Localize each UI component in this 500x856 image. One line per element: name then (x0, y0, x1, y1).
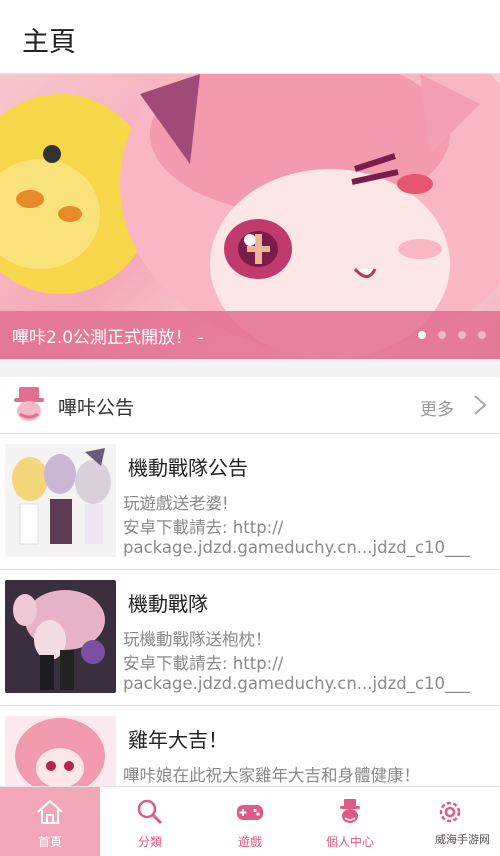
bottom-tab-bar: 首頁 分類 遊戲 個人中心 設定 (0, 786, 500, 856)
tab-home[interactable]: 首頁 (0, 787, 100, 856)
item-line: 安卓下載請去: http:// (123, 518, 284, 537)
item-title: 雞年大吉！ (128, 728, 228, 752)
gamepad-icon (237, 805, 263, 820)
section-title: 嗶咔公告 (58, 397, 135, 419)
page-title: 主頁 (22, 27, 76, 58)
announcement-item[interactable]: 機動戰隊公告 玩遊戲送老婆! 安卓下載請去: http:// package.j… (0, 434, 500, 570)
more-link[interactable]: 更多 (420, 395, 454, 420)
search-icon (137, 799, 163, 825)
item-title: 機動戰隊 (128, 592, 208, 616)
announcement-thumbnail (5, 580, 116, 693)
app-header: 主頁 (0, 0, 500, 74)
tab-category[interactable]: 分類 (100, 787, 200, 856)
banner-carousel[interactable]: 嗶咔2.0公測正式開放！ - (0, 74, 500, 359)
item-line: 玩機動戰隊送枹枕！ (123, 630, 272, 649)
carousel-dot[interactable] (478, 331, 486, 339)
tab-label: 個人中心 (325, 835, 374, 849)
carousel-dot[interactable] (458, 331, 466, 339)
item-line: 嗶咔娘在此祝大家雞年大吉和身體健康！ (123, 766, 420, 785)
banner-caption-bar: 嗶咔2.0公測正式開放！ - (0, 311, 500, 359)
tab-label: 分類 (137, 835, 162, 849)
chevron-right-icon[interactable] (472, 393, 488, 417)
announcement-header: 嗶咔公告 更多 (0, 377, 500, 434)
home-icon (37, 799, 63, 824)
announcement-thumbnail (5, 444, 116, 557)
section-divider (0, 359, 500, 377)
banner-caption: 嗶咔2.0公測正式開放！ - (12, 328, 204, 348)
carousel-dot[interactable] (418, 331, 426, 339)
item-line: package.jdzd.gameduchy.cn...jdzd_c10___ (123, 674, 470, 693)
announcement-item[interactable]: 機動戰隊 玩機動戰隊送枹枕！ 安卓下載請去: http:// package.j… (0, 570, 500, 706)
tab-label: 首頁 (37, 835, 62, 849)
item-title: 機動戰隊公告 (128, 456, 248, 480)
user-icon (340, 799, 360, 823)
item-line: 安卓下載請去: http:// (123, 654, 284, 673)
tab-label: 遊戲 (237, 835, 262, 849)
mascot-icon (14, 387, 44, 421)
item-line: package.jdzd.gameduchy.cn...jdzd_c10___ (123, 538, 470, 557)
watermark: 威海手游网 (431, 829, 494, 849)
tab-games[interactable]: 遊戲 (200, 787, 300, 856)
carousel-dot[interactable] (438, 331, 446, 339)
item-line: 玩遊戲送老婆! (123, 494, 229, 513)
tab-profile[interactable]: 個人中心 (300, 787, 400, 856)
carousel-indicators (418, 331, 486, 339)
gear-icon (439, 801, 461, 823)
